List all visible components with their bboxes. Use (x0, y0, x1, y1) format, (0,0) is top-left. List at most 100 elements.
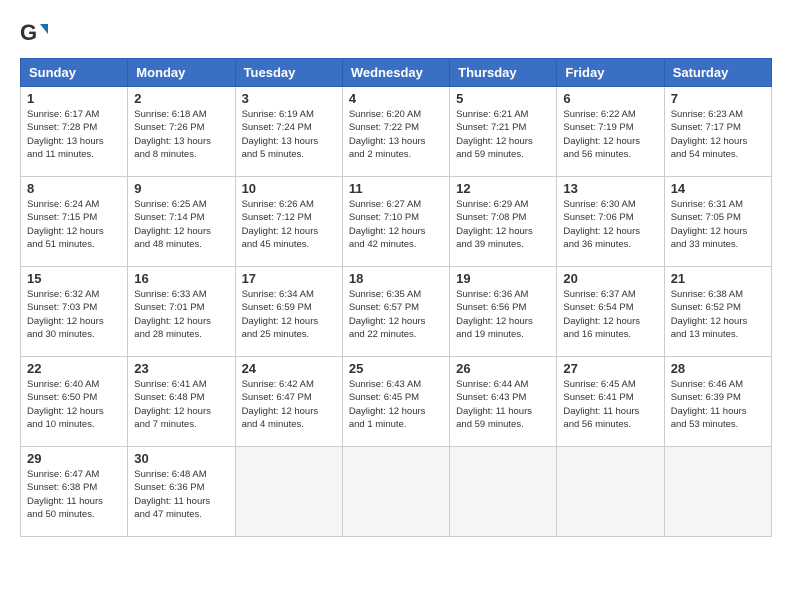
day-info: Sunrise: 6:17 AM Sunset: 7:28 PM Dayligh… (27, 108, 121, 161)
calendar-cell: 6 Sunrise: 6:22 AM Sunset: 7:19 PM Dayli… (557, 87, 664, 177)
weekday-header-tuesday: Tuesday (235, 59, 342, 87)
calendar-cell: 10 Sunrise: 6:26 AM Sunset: 7:12 PM Dayl… (235, 177, 342, 267)
day-number: 24 (242, 361, 336, 376)
svg-text:G: G (20, 20, 37, 45)
calendar-cell: 13 Sunrise: 6:30 AM Sunset: 7:06 PM Dayl… (557, 177, 664, 267)
day-info: Sunrise: 6:33 AM Sunset: 7:01 PM Dayligh… (134, 288, 228, 341)
day-number: 27 (563, 361, 657, 376)
day-info: Sunrise: 6:35 AM Sunset: 6:57 PM Dayligh… (349, 288, 443, 341)
logo: G (20, 20, 52, 48)
day-number: 4 (349, 91, 443, 106)
day-info: Sunrise: 6:34 AM Sunset: 6:59 PM Dayligh… (242, 288, 336, 341)
logo-icon: G (20, 20, 48, 48)
calendar-cell: 29 Sunrise: 6:47 AM Sunset: 6:38 PM Dayl… (21, 447, 128, 537)
calendar-cell: 21 Sunrise: 6:38 AM Sunset: 6:52 PM Dayl… (664, 267, 771, 357)
calendar-cell: 12 Sunrise: 6:29 AM Sunset: 7:08 PM Dayl… (450, 177, 557, 267)
day-number: 22 (27, 361, 121, 376)
day-info: Sunrise: 6:41 AM Sunset: 6:48 PM Dayligh… (134, 378, 228, 431)
calendar-cell (235, 447, 342, 537)
day-number: 17 (242, 271, 336, 286)
day-info: Sunrise: 6:27 AM Sunset: 7:10 PM Dayligh… (349, 198, 443, 251)
day-number: 10 (242, 181, 336, 196)
day-number: 25 (349, 361, 443, 376)
day-number: 5 (456, 91, 550, 106)
day-number: 11 (349, 181, 443, 196)
calendar-cell: 23 Sunrise: 6:41 AM Sunset: 6:48 PM Dayl… (128, 357, 235, 447)
day-number: 6 (563, 91, 657, 106)
day-number: 26 (456, 361, 550, 376)
calendar-cell: 5 Sunrise: 6:21 AM Sunset: 7:21 PM Dayli… (450, 87, 557, 177)
day-number: 7 (671, 91, 765, 106)
calendar-cell: 24 Sunrise: 6:42 AM Sunset: 6:47 PM Dayl… (235, 357, 342, 447)
day-number: 19 (456, 271, 550, 286)
calendar-cell: 26 Sunrise: 6:44 AM Sunset: 6:43 PM Dayl… (450, 357, 557, 447)
day-info: Sunrise: 6:47 AM Sunset: 6:38 PM Dayligh… (27, 468, 121, 521)
day-number: 20 (563, 271, 657, 286)
calendar-cell: 30 Sunrise: 6:48 AM Sunset: 6:36 PM Dayl… (128, 447, 235, 537)
calendar-cell (664, 447, 771, 537)
day-number: 21 (671, 271, 765, 286)
day-info: Sunrise: 6:45 AM Sunset: 6:41 PM Dayligh… (563, 378, 657, 431)
day-number: 28 (671, 361, 765, 376)
calendar-cell: 25 Sunrise: 6:43 AM Sunset: 6:45 PM Dayl… (342, 357, 449, 447)
calendar-cell: 11 Sunrise: 6:27 AM Sunset: 7:10 PM Dayl… (342, 177, 449, 267)
calendar-cell: 27 Sunrise: 6:45 AM Sunset: 6:41 PM Dayl… (557, 357, 664, 447)
day-info: Sunrise: 6:19 AM Sunset: 7:24 PM Dayligh… (242, 108, 336, 161)
calendar-cell: 19 Sunrise: 6:36 AM Sunset: 6:56 PM Dayl… (450, 267, 557, 357)
day-info: Sunrise: 6:42 AM Sunset: 6:47 PM Dayligh… (242, 378, 336, 431)
day-info: Sunrise: 6:44 AM Sunset: 6:43 PM Dayligh… (456, 378, 550, 431)
day-number: 16 (134, 271, 228, 286)
calendar-cell: 4 Sunrise: 6:20 AM Sunset: 7:22 PM Dayli… (342, 87, 449, 177)
day-info: Sunrise: 6:24 AM Sunset: 7:15 PM Dayligh… (27, 198, 121, 251)
calendar-cell: 22 Sunrise: 6:40 AM Sunset: 6:50 PM Dayl… (21, 357, 128, 447)
day-info: Sunrise: 6:22 AM Sunset: 7:19 PM Dayligh… (563, 108, 657, 161)
calendar-cell: 9 Sunrise: 6:25 AM Sunset: 7:14 PM Dayli… (128, 177, 235, 267)
calendar-cell: 20 Sunrise: 6:37 AM Sunset: 6:54 PM Dayl… (557, 267, 664, 357)
day-number: 8 (27, 181, 121, 196)
calendar-cell: 2 Sunrise: 6:18 AM Sunset: 7:26 PM Dayli… (128, 87, 235, 177)
calendar-cell (557, 447, 664, 537)
day-number: 3 (242, 91, 336, 106)
calendar-cell: 7 Sunrise: 6:23 AM Sunset: 7:17 PM Dayli… (664, 87, 771, 177)
calendar-cell: 15 Sunrise: 6:32 AM Sunset: 7:03 PM Dayl… (21, 267, 128, 357)
day-number: 13 (563, 181, 657, 196)
day-number: 29 (27, 451, 121, 466)
day-info: Sunrise: 6:26 AM Sunset: 7:12 PM Dayligh… (242, 198, 336, 251)
day-number: 15 (27, 271, 121, 286)
calendar-cell (450, 447, 557, 537)
day-info: Sunrise: 6:43 AM Sunset: 6:45 PM Dayligh… (349, 378, 443, 431)
day-info: Sunrise: 6:31 AM Sunset: 7:05 PM Dayligh… (671, 198, 765, 251)
calendar-cell: 18 Sunrise: 6:35 AM Sunset: 6:57 PM Dayl… (342, 267, 449, 357)
weekday-header-friday: Friday (557, 59, 664, 87)
weekday-header-saturday: Saturday (664, 59, 771, 87)
calendar-cell: 28 Sunrise: 6:46 AM Sunset: 6:39 PM Dayl… (664, 357, 771, 447)
day-info: Sunrise: 6:46 AM Sunset: 6:39 PM Dayligh… (671, 378, 765, 431)
calendar-table: SundayMondayTuesdayWednesdayThursdayFrid… (20, 58, 772, 537)
day-number: 2 (134, 91, 228, 106)
day-info: Sunrise: 6:20 AM Sunset: 7:22 PM Dayligh… (349, 108, 443, 161)
calendar-cell: 17 Sunrise: 6:34 AM Sunset: 6:59 PM Dayl… (235, 267, 342, 357)
calendar-cell: 8 Sunrise: 6:24 AM Sunset: 7:15 PM Dayli… (21, 177, 128, 267)
calendar-cell: 3 Sunrise: 6:19 AM Sunset: 7:24 PM Dayli… (235, 87, 342, 177)
day-number: 12 (456, 181, 550, 196)
calendar-cell: 1 Sunrise: 6:17 AM Sunset: 7:28 PM Dayli… (21, 87, 128, 177)
day-number: 30 (134, 451, 228, 466)
day-number: 18 (349, 271, 443, 286)
day-info: Sunrise: 6:48 AM Sunset: 6:36 PM Dayligh… (134, 468, 228, 521)
day-number: 14 (671, 181, 765, 196)
day-info: Sunrise: 6:40 AM Sunset: 6:50 PM Dayligh… (27, 378, 121, 431)
day-info: Sunrise: 6:18 AM Sunset: 7:26 PM Dayligh… (134, 108, 228, 161)
day-number: 1 (27, 91, 121, 106)
day-info: Sunrise: 6:30 AM Sunset: 7:06 PM Dayligh… (563, 198, 657, 251)
day-info: Sunrise: 6:36 AM Sunset: 6:56 PM Dayligh… (456, 288, 550, 341)
day-info: Sunrise: 6:23 AM Sunset: 7:17 PM Dayligh… (671, 108, 765, 161)
weekday-header-sunday: Sunday (21, 59, 128, 87)
calendar-cell: 16 Sunrise: 6:33 AM Sunset: 7:01 PM Dayl… (128, 267, 235, 357)
day-info: Sunrise: 6:32 AM Sunset: 7:03 PM Dayligh… (27, 288, 121, 341)
calendar-cell (342, 447, 449, 537)
calendar-cell: 14 Sunrise: 6:31 AM Sunset: 7:05 PM Dayl… (664, 177, 771, 267)
day-info: Sunrise: 6:37 AM Sunset: 6:54 PM Dayligh… (563, 288, 657, 341)
weekday-header-wednesday: Wednesday (342, 59, 449, 87)
day-info: Sunrise: 6:21 AM Sunset: 7:21 PM Dayligh… (456, 108, 550, 161)
day-number: 23 (134, 361, 228, 376)
